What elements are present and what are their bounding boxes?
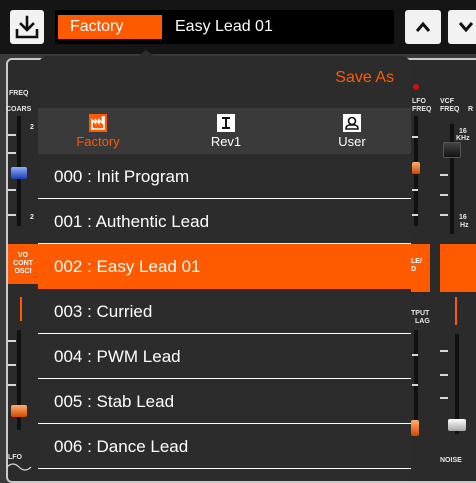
- lfo-slider-knob[interactable]: [412, 162, 420, 174]
- preset-browser-popover: Save As Factory Rev1 User 000 : Init Pro…: [38, 56, 411, 481]
- vco-label-3: OSCI: [14, 268, 32, 275]
- slider-tick: [440, 174, 448, 176]
- vcf-bottom-unit: Hz: [460, 222, 469, 229]
- coarse-slider-knob[interactable]: [11, 167, 27, 179]
- lfo-led: [413, 84, 419, 90]
- tab-user-label: User: [338, 134, 366, 149]
- tab-factory-label: Factory: [76, 134, 120, 149]
- slider-tick: [440, 397, 448, 399]
- preset-row-005[interactable]: 005 : Stab Lead: [38, 379, 411, 424]
- slider-tick: [412, 384, 418, 386]
- previous-preset-button[interactable]: [405, 10, 441, 44]
- preset-row-003[interactable]: 003 : Curried: [38, 289, 411, 334]
- coarse-label: COARS: [6, 106, 32, 113]
- noise-slider-knob[interactable]: [448, 419, 466, 431]
- vcf-slider-knob[interactable]: [443, 142, 461, 158]
- slider-tick: [440, 214, 448, 216]
- signal-line: [20, 297, 22, 321]
- preset-row-000[interactable]: 000 : Init Program: [38, 154, 411, 199]
- preset-row-004[interactable]: 004 : PWM Lead: [38, 334, 411, 379]
- top-bar: Factory Easy Lead 01: [0, 0, 476, 54]
- slider-tick: [8, 152, 16, 154]
- current-preset-name: Easy Lead 01: [175, 18, 273, 35]
- output-label-2: LAG: [415, 318, 430, 325]
- user-icon: [343, 114, 361, 132]
- slider-tick: [8, 364, 16, 366]
- envelope-block: LE/ D: [411, 244, 430, 292]
- noise-label: NOISE: [440, 457, 462, 464]
- vcf-res-label: R: [468, 106, 474, 113]
- tab-factory[interactable]: Factory: [38, 108, 158, 154]
- chevron-up-icon: [415, 21, 431, 32]
- bank-tabs: Factory Rev1 User: [38, 108, 411, 154]
- download-button[interactable]: [10, 10, 44, 44]
- lfo-freq-label-1: LFO: [412, 98, 426, 105]
- output-label-1: TPUT: [411, 310, 430, 317]
- envelope-label-1: LE/: [411, 258, 422, 265]
- signal-line: [455, 297, 457, 325]
- slider-tick: [412, 214, 418, 216]
- preset-selector[interactable]: Factory Easy Lead 01: [55, 10, 394, 44]
- rev1-icon: [217, 114, 235, 132]
- slider-tick: [440, 350, 448, 352]
- vcf-freq-label-2: FREQ: [440, 106, 460, 113]
- slider-tick: [412, 354, 418, 356]
- slider-tick: [8, 214, 16, 216]
- slider-tick: [8, 189, 16, 191]
- next-preset-button[interactable]: [448, 10, 476, 44]
- factory-icon: [89, 114, 107, 132]
- vco-label-2: CONT: [13, 260, 33, 267]
- coarse-tick-label: 2: [30, 124, 34, 131]
- coarse-tick-label: 2: [30, 214, 34, 221]
- tab-rev1-label: Rev1: [210, 134, 242, 149]
- vcf-bottom-value: 16: [459, 214, 467, 221]
- slider-tick: [440, 374, 448, 376]
- slider-tick: [440, 194, 448, 196]
- slider-tick: [412, 189, 418, 191]
- envelope-label-2: D: [411, 266, 417, 273]
- freq-label: FREQ: [9, 90, 29, 97]
- left-slider-knob[interactable]: [11, 405, 27, 417]
- vcf-freq-label-1: VCF: [440, 98, 454, 105]
- vco-control-block: VO CONT OSCI: [8, 244, 38, 284]
- slider-tick: [412, 136, 418, 138]
- sine-wave-icon: [6, 463, 32, 471]
- preset-row-002-selected[interactable]: 002 : Easy Lead 01: [38, 244, 411, 289]
- vcf-slider-track[interactable]: [450, 124, 454, 234]
- bank-badge: Factory: [58, 15, 162, 39]
- output-slider-knob[interactable]: [411, 420, 419, 436]
- vco-label-1: VO: [17, 252, 29, 259]
- lfo-bottom-label: LFO: [8, 454, 22, 461]
- slider-tick: [8, 340, 16, 342]
- vcf-block: [440, 244, 476, 292]
- save-as-button[interactable]: Save As: [335, 69, 394, 87]
- tab-rev1[interactable]: Rev1: [166, 108, 286, 154]
- chevron-down-icon: [458, 22, 474, 33]
- lfo-freq-label-2: FREQ: [412, 106, 432, 113]
- preset-list: 000 : Init Program 001 : Authentic Lead …: [38, 154, 411, 469]
- slider-tick: [8, 134, 16, 136]
- download-icon: [15, 15, 39, 39]
- output-slider-track[interactable]: [414, 330, 418, 430]
- tab-user[interactable]: User: [292, 108, 411, 154]
- preset-row-006[interactable]: 006 : Dance Lead: [38, 424, 411, 469]
- slider-tick: [8, 384, 16, 386]
- preset-row-001[interactable]: 001 : Authentic Lead: [38, 199, 411, 244]
